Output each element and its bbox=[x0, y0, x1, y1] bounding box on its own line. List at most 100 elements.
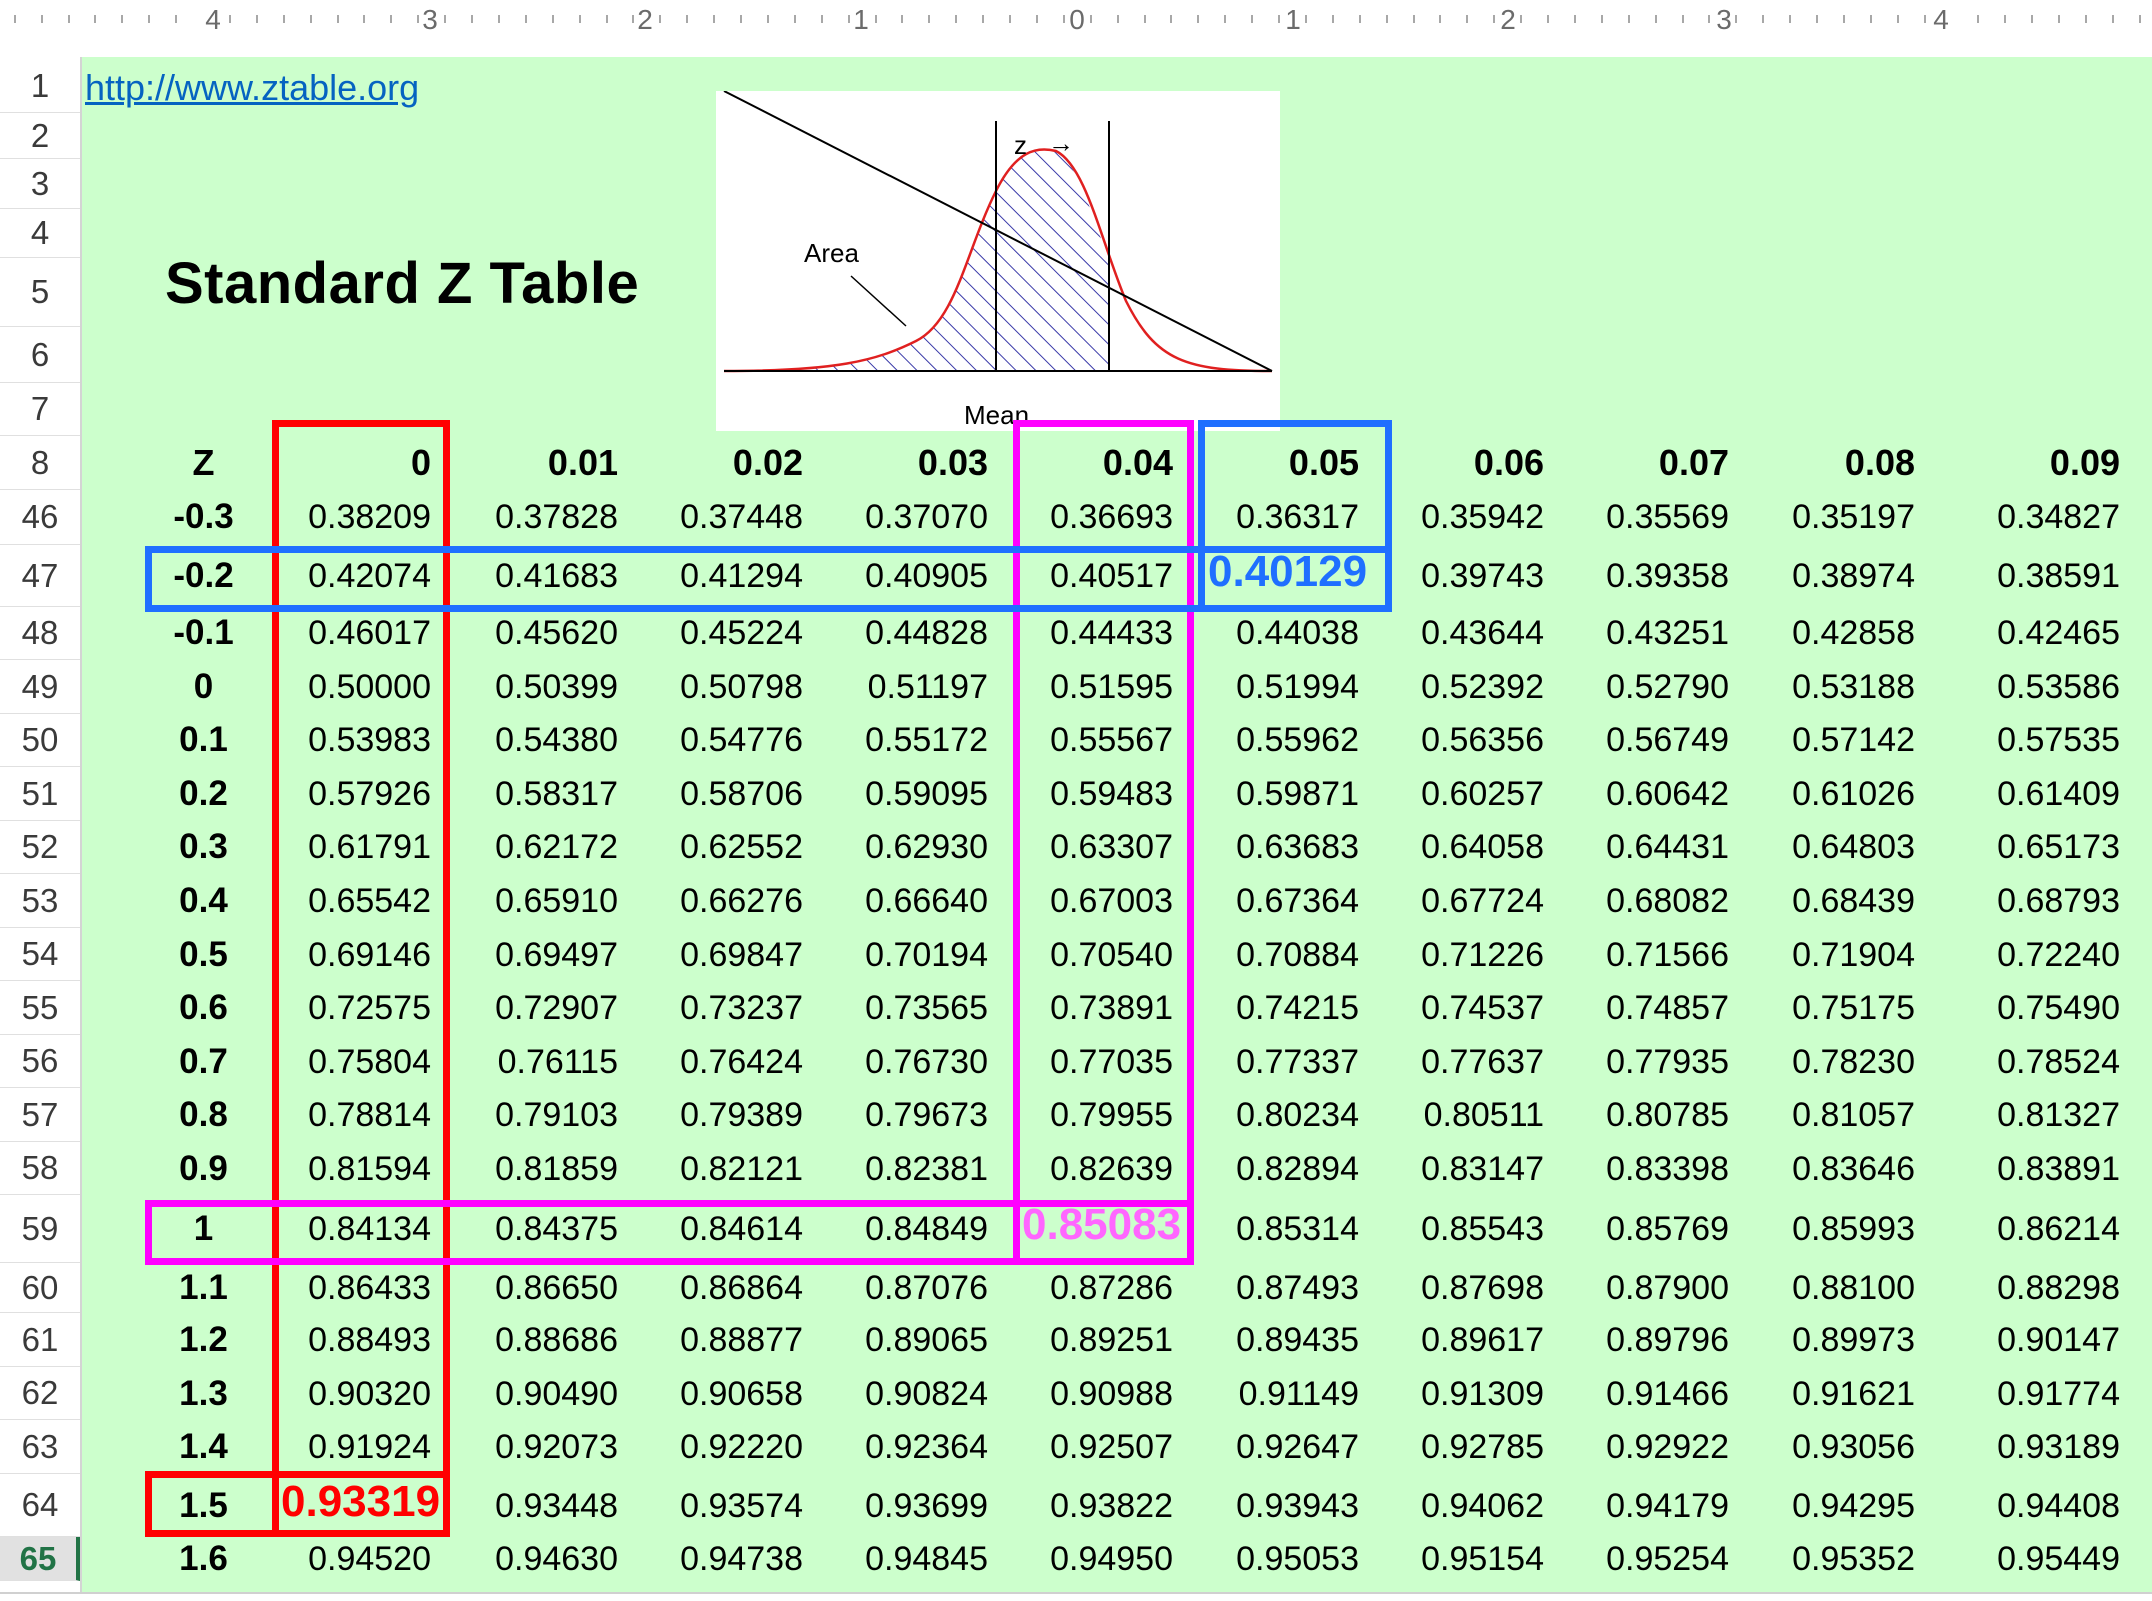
table-cell[interactable]: 0.54380 bbox=[426, 720, 618, 760]
table-cell[interactable]: 0.73891 bbox=[981, 988, 1173, 1028]
table-cell[interactable]: 0.64431 bbox=[1537, 827, 1729, 867]
row-header-60[interactable]: 60 bbox=[0, 1263, 80, 1313]
table-cell[interactable]: 0.59095 bbox=[796, 774, 988, 814]
table-cell[interactable]: 0.38209 bbox=[239, 497, 431, 537]
table-cell[interactable]: 0.91621 bbox=[1723, 1374, 1915, 1414]
table-cell[interactable]: 0.82381 bbox=[796, 1149, 988, 1189]
table-cell[interactable]: 0.71566 bbox=[1537, 935, 1729, 975]
row-header-49[interactable]: 49 bbox=[0, 660, 80, 714]
row-header-61[interactable]: 61 bbox=[0, 1313, 80, 1367]
table-cell[interactable]: 0.95254 bbox=[1537, 1539, 1729, 1579]
table-cell[interactable]: 0.94630 bbox=[426, 1539, 618, 1579]
table-cell[interactable]: 0.81859 bbox=[426, 1149, 618, 1189]
table-cell[interactable]: 0.83398 bbox=[1537, 1149, 1729, 1189]
table-cell[interactable]: 0.77337 bbox=[1167, 1042, 1359, 1082]
row-header-62[interactable]: 62 bbox=[0, 1367, 80, 1420]
table-cell[interactable]: 0.54776 bbox=[611, 720, 803, 760]
table-cell[interactable]: 0.38974 bbox=[1723, 556, 1915, 596]
table-cell[interactable]: 0.45620 bbox=[426, 613, 618, 653]
table-cell[interactable]: 0.53586 bbox=[1928, 667, 2120, 707]
table-cell[interactable]: 0.65173 bbox=[1928, 827, 2120, 867]
table-cell[interactable]: 0.89617 bbox=[1352, 1320, 1544, 1360]
table-cell[interactable]: 0.70540 bbox=[981, 935, 1173, 975]
table-cell[interactable]: 0.43644 bbox=[1352, 613, 1544, 653]
table-cell[interactable]: 0.62552 bbox=[611, 827, 803, 867]
table-cell[interactable]: 0.88686 bbox=[426, 1320, 618, 1360]
table-cell[interactable]: 0.79955 bbox=[981, 1095, 1173, 1135]
table-cell[interactable]: 0.79389 bbox=[611, 1095, 803, 1135]
table-cell[interactable]: 0.67003 bbox=[981, 881, 1173, 921]
row-header-46[interactable]: 46 bbox=[0, 490, 80, 545]
table-cell[interactable]: 0.45224 bbox=[611, 613, 803, 653]
table-cell[interactable]: 0.91924 bbox=[239, 1427, 431, 1467]
table-cell[interactable]: 0.51595 bbox=[981, 667, 1173, 707]
table-cell[interactable]: 0.85314 bbox=[1167, 1209, 1359, 1249]
table-cell[interactable]: 0.90147 bbox=[1928, 1320, 2120, 1360]
row-header-54[interactable]: 54 bbox=[0, 928, 80, 981]
table-cell[interactable]: 0.69847 bbox=[611, 935, 803, 975]
row-header-58[interactable]: 58 bbox=[0, 1142, 80, 1195]
table-cell[interactable]: 0.92647 bbox=[1167, 1427, 1359, 1467]
table-cell[interactable]: 0.39358 bbox=[1537, 556, 1729, 596]
table-cell[interactable]: 0.84375 bbox=[426, 1209, 618, 1249]
row-header-2[interactable]: 2 bbox=[0, 113, 80, 159]
table-cell[interactable]: 0.82639 bbox=[981, 1149, 1173, 1189]
table-cell[interactable]: 0.42858 bbox=[1723, 613, 1915, 653]
table-cell[interactable]: 0.69146 bbox=[239, 935, 431, 975]
table-cell[interactable]: 0.51994 bbox=[1167, 667, 1359, 707]
table-cell[interactable]: 0.78814 bbox=[239, 1095, 431, 1135]
table-cell[interactable]: 0.69497 bbox=[426, 935, 618, 975]
table-cell[interactable]: 0.93056 bbox=[1723, 1427, 1915, 1467]
table-cell[interactable]: 0.59483 bbox=[981, 774, 1173, 814]
row-header-7[interactable]: 7 bbox=[0, 383, 80, 436]
table-cell[interactable]: 0.91309 bbox=[1352, 1374, 1544, 1414]
table-cell[interactable]: 0.64803 bbox=[1723, 827, 1915, 867]
table-cell[interactable]: 0.94845 bbox=[796, 1539, 988, 1579]
table-cell[interactable]: 0.92220 bbox=[611, 1427, 803, 1467]
table-cell[interactable]: 0.83646 bbox=[1723, 1149, 1915, 1189]
table-cell[interactable]: 0.93448 bbox=[426, 1486, 618, 1526]
row-header-8[interactable]: 8 bbox=[0, 436, 80, 490]
table-cell[interactable]: 0.95053 bbox=[1167, 1539, 1359, 1579]
table-cell[interactable]: 0.81057 bbox=[1723, 1095, 1915, 1135]
table-cell[interactable]: 0.50798 bbox=[611, 667, 803, 707]
table-cell[interactable]: 0.77935 bbox=[1537, 1042, 1729, 1082]
table-cell[interactable]: 0.42074 bbox=[239, 556, 431, 596]
row-header-3[interactable]: 3 bbox=[0, 159, 80, 209]
table-cell[interactable]: 0.52392 bbox=[1352, 667, 1544, 707]
table-cell[interactable]: 0.89251 bbox=[981, 1320, 1173, 1360]
row-header-52[interactable]: 52 bbox=[0, 821, 80, 874]
table-cell[interactable]: 0.75490 bbox=[1928, 988, 2120, 1028]
table-cell[interactable]: 0.79673 bbox=[796, 1095, 988, 1135]
row-header-53[interactable]: 53 bbox=[0, 874, 80, 928]
table-cell[interactable]: 0.86864 bbox=[611, 1268, 803, 1308]
table-cell[interactable]: 0.42465 bbox=[1928, 613, 2120, 653]
table-cell[interactable]: 0.85769 bbox=[1537, 1209, 1729, 1249]
table-cell[interactable]: 0.68439 bbox=[1723, 881, 1915, 921]
table-cell[interactable]: 0.91466 bbox=[1537, 1374, 1729, 1414]
table-cell[interactable]: 0.87900 bbox=[1537, 1268, 1729, 1308]
row-header-59[interactable]: 59 bbox=[0, 1195, 80, 1263]
table-cell[interactable]: 0.74215 bbox=[1167, 988, 1359, 1028]
table-cell[interactable]: 0.83147 bbox=[1352, 1149, 1544, 1189]
table-cell[interactable]: 0.35197 bbox=[1723, 497, 1915, 537]
table-cell[interactable]: 0.85993 bbox=[1723, 1209, 1915, 1249]
table-cell[interactable]: 0.61791 bbox=[239, 827, 431, 867]
table-cell[interactable]: 0.65910 bbox=[426, 881, 618, 921]
row-header-48[interactable]: 48 bbox=[0, 607, 80, 660]
table-cell[interactable]: 0.89065 bbox=[796, 1320, 988, 1360]
table-cell[interactable]: 0.87076 bbox=[796, 1268, 988, 1308]
table-cell[interactable]: 0.53188 bbox=[1723, 667, 1915, 707]
table-cell[interactable]: 0.37448 bbox=[611, 497, 803, 537]
table-cell[interactable]: 0.67724 bbox=[1352, 881, 1544, 921]
table-cell[interactable]: 0.88493 bbox=[239, 1320, 431, 1360]
table-cell[interactable]: 0.53983 bbox=[239, 720, 431, 760]
table-cell[interactable]: 0.93943 bbox=[1167, 1486, 1359, 1526]
table-cell[interactable]: 0.50399 bbox=[426, 667, 618, 707]
table-cell[interactable]: 0.68793 bbox=[1928, 881, 2120, 921]
table-cell[interactable]: 0.52790 bbox=[1537, 667, 1729, 707]
table-cell[interactable]: 0.72575 bbox=[239, 988, 431, 1028]
table-cell[interactable]: 0.93574 bbox=[611, 1486, 803, 1526]
table-cell[interactable]: 0.59871 bbox=[1167, 774, 1359, 814]
table-cell[interactable]: 0.92364 bbox=[796, 1427, 988, 1467]
